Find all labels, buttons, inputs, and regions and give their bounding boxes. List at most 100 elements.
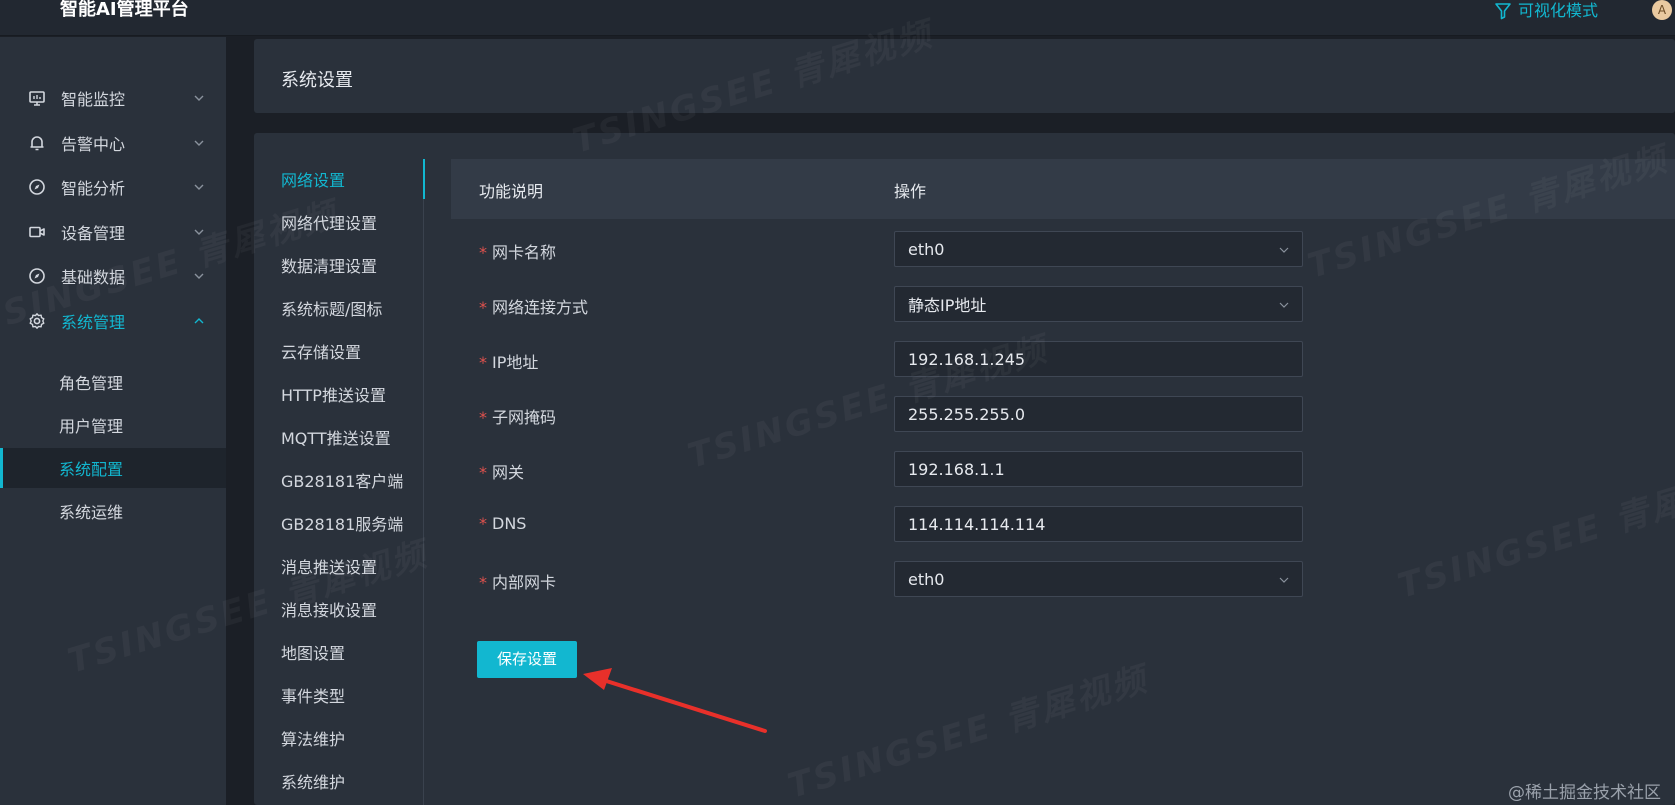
avatar[interactable]: A — [1652, 0, 1672, 20]
menu-item-system-maintenance[interactable]: 系统维护 — [254, 761, 424, 801]
field-label-text: 网卡名称 — [492, 243, 557, 262]
field-label-text: 网关 — [492, 463, 525, 482]
internal-nic-select[interactable]: eth0 — [894, 561, 1303, 597]
menu-item-label: 消息接收设置 — [281, 601, 378, 620]
chevron-down-icon — [1279, 247, 1289, 253]
field-label-text: 子网掩码 — [492, 408, 557, 427]
form-row-subnet-mask: * 子网掩码 255.255.255.0 — [451, 384, 1675, 443]
compass-icon — [28, 267, 46, 285]
field-label: * IP地址 — [479, 349, 538, 373]
sidebar-subitem-role-management[interactable]: 角色管理 — [0, 362, 226, 402]
select-value: eth0 — [908, 239, 945, 259]
field-label: * 网关 — [479, 459, 524, 483]
menu-item-http-push[interactable]: HTTP推送设置 — [254, 374, 424, 414]
menu-item-cloud-storage[interactable]: 云存储设置 — [254, 331, 424, 371]
field-label-text: IP地址 — [492, 353, 539, 372]
settings-panel: 网络设置 网络代理设置 数据清理设置 系统标题/图标 云存储设置 HTTP推送设… — [254, 133, 1675, 805]
chevron-up-icon — [194, 318, 204, 324]
menu-item-message-push[interactable]: 消息推送设置 — [254, 546, 424, 586]
menu-item-label: 算法维护 — [281, 730, 346, 749]
sidebar-item-system-management[interactable]: 系统管理 — [0, 299, 226, 343]
settings-menu: 网络设置 网络代理设置 数据清理设置 系统标题/图标 云存储设置 HTTP推送设… — [254, 159, 425, 805]
required-mark: * — [479, 408, 487, 427]
menu-item-label: 数据清理设置 — [281, 257, 378, 276]
chevron-down-icon — [194, 95, 204, 101]
menu-item-gb28181-client[interactable]: GB28181客户端 — [254, 460, 424, 500]
menu-item-map[interactable]: 地图设置 — [254, 632, 424, 672]
page-title: 系统设置 — [281, 70, 353, 91]
input-value: 192.168.1.245 — [908, 349, 1026, 369]
select-value: 静态IP地址 — [908, 296, 987, 315]
dns-input[interactable]: 114.114.114.114 — [894, 506, 1303, 542]
sidebar-item-label: 系统管理 — [61, 313, 126, 332]
top-bar: 智能AI管理平台 可视化模式 A — [0, 0, 1675, 36]
sidebar-item-device-management[interactable]: 设备管理 — [0, 210, 226, 254]
form-row-connection-mode: * 网络连接方式 静态IP地址 — [451, 274, 1675, 333]
visual-mode-link[interactable]: 可视化模式 — [1494, 0, 1598, 22]
menu-item-network[interactable]: 网络设置 — [254, 159, 425, 199]
sidebar-subitem-user-management[interactable]: 用户管理 — [0, 405, 226, 445]
sidebar-item-alarm-center[interactable]: 告警中心 — [0, 121, 226, 165]
sidebar-item-basic-data[interactable]: 基础数据 — [0, 254, 226, 298]
monitor-icon — [28, 89, 46, 107]
field-label: * DNS — [479, 514, 526, 533]
field-label-text: DNS — [492, 514, 527, 533]
chevron-down-icon — [194, 184, 204, 190]
required-mark: * — [479, 353, 487, 372]
gateway-input[interactable]: 192.168.1.1 — [894, 451, 1303, 487]
menu-item-label: 事件类型 — [281, 687, 346, 706]
form-row-internal-nic: * 内部网卡 eth0 — [451, 549, 1675, 608]
ip-address-input[interactable]: 192.168.1.245 — [894, 341, 1303, 377]
sidebar-item-label: 设备管理 — [61, 224, 126, 243]
required-mark: * — [479, 298, 487, 317]
menu-item-label: 系统标题/图标 — [281, 300, 383, 319]
menu-item-algorithm[interactable]: 算法维护 — [254, 718, 424, 758]
required-mark: * — [479, 243, 487, 262]
form-row-ip-address: * IP地址 192.168.1.245 — [451, 329, 1675, 388]
source-watermark: @稀土掘金技术社区 — [1508, 783, 1661, 803]
input-value: 192.168.1.1 — [908, 459, 1005, 479]
menu-item-network-proxy[interactable]: 网络代理设置 — [254, 202, 424, 242]
required-mark: * — [479, 463, 487, 482]
menu-item-message-receive[interactable]: 消息接收设置 — [254, 589, 424, 629]
sidebar-item-label: 智能分析 — [61, 179, 126, 198]
menu-item-event-type[interactable]: 事件类型 — [254, 675, 424, 715]
chevron-down-icon — [194, 273, 204, 279]
menu-item-data-cleanup[interactable]: 数据清理设置 — [254, 245, 424, 285]
sidebar-item-label: 智能监控 — [61, 90, 126, 109]
menu-item-label: MQTT推送设置 — [281, 429, 391, 448]
sidebar-item-label: 基础数据 — [61, 268, 126, 287]
sidebar-subitem-label: 系统配置 — [59, 460, 124, 479]
form-row-nic-name: * 网卡名称 eth0 — [451, 219, 1675, 278]
column-header-function: 功能说明 — [479, 182, 544, 201]
filter-icon — [1495, 3, 1511, 20]
sidebar-subitem-label: 角色管理 — [59, 374, 124, 393]
menu-item-label: HTTP推送设置 — [281, 386, 386, 405]
page-header: 系统设置 — [254, 39, 1675, 113]
menu-item-label: 网络设置 — [281, 171, 346, 190]
sidebar-subitem-system-ops[interactable]: 系统运维 — [0, 491, 226, 531]
sidebar-item-smart-monitor[interactable]: 智能监控 — [0, 76, 226, 120]
input-value: 255.255.255.0 — [908, 404, 1026, 424]
menu-item-label: 地图设置 — [281, 644, 346, 663]
menu-item-mqtt-push[interactable]: MQTT推送设置 — [254, 417, 424, 457]
field-label: * 内部网卡 — [479, 569, 556, 593]
sidebar-item-smart-analysis[interactable]: 智能分析 — [0, 165, 226, 209]
gear-icon — [28, 312, 46, 330]
menu-item-gb28181-server[interactable]: GB28181服务端 — [254, 503, 424, 543]
table-header: 功能说明 操作 — [451, 159, 1675, 219]
menu-item-system-title-icon[interactable]: 系统标题/图标 — [254, 288, 424, 328]
field-label-text: 网络连接方式 — [492, 298, 589, 317]
save-settings-button[interactable]: 保存设置 — [477, 641, 577, 678]
nic-name-select[interactable]: eth0 — [894, 231, 1303, 267]
menu-item-label: 网络代理设置 — [281, 214, 378, 233]
sidebar-subitem-label: 系统运维 — [59, 503, 124, 522]
sidebar-subitem-system-config[interactable]: 系统配置 — [0, 448, 226, 488]
chevron-down-icon — [194, 140, 204, 146]
connection-mode-select[interactable]: 静态IP地址 — [894, 286, 1303, 322]
subnet-mask-input[interactable]: 255.255.255.0 — [894, 396, 1303, 432]
visual-mode-label: 可视化模式 — [1518, 1, 1599, 20]
field-label: * 子网掩码 — [479, 404, 556, 428]
field-label: * 网络连接方式 — [479, 294, 588, 318]
menu-item-label: 云存储设置 — [281, 343, 362, 362]
